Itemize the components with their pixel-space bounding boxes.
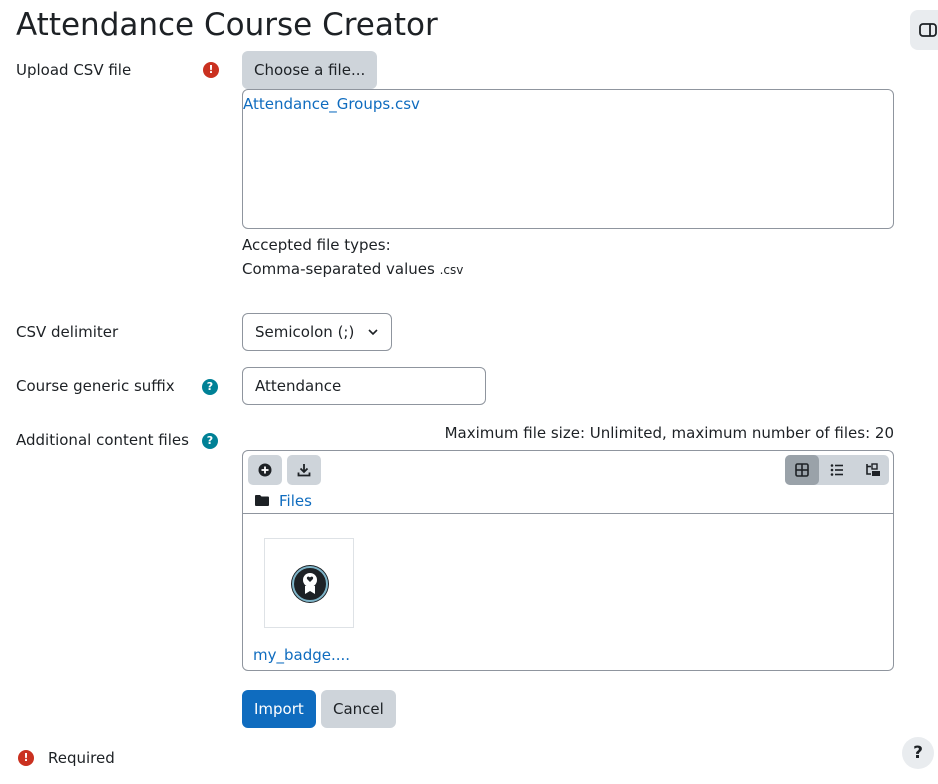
list-view-button[interactable] [820,455,854,485]
cancel-button[interactable]: Cancel [321,690,396,728]
file-thumbnail[interactable] [264,538,354,628]
required-icon: ! [203,62,219,78]
view-switcher [785,455,889,485]
course-suffix-input[interactable] [242,367,486,405]
breadcrumb-files[interactable]: Files [279,491,312,511]
badge-icon [291,565,329,603]
required-legend: Required [48,749,115,767]
accepted-types-label: Accepted file types: [242,236,391,254]
choose-file-button[interactable]: Choose a file... [242,51,378,89]
download-all-button[interactable] [287,455,321,485]
drawer-toggle-button[interactable] [910,10,938,50]
add-file-button[interactable] [248,455,282,485]
sidebar-toggle-icon [919,23,937,37]
file-name-link[interactable]: my_badge.... [253,645,350,665]
grid-view-icon [795,463,809,477]
import-button[interactable]: Import [242,690,316,728]
page-title: Attendance Course Creator [16,7,438,43]
plus-circle-icon [258,463,272,477]
help-icon[interactable]: ? [202,379,218,395]
upload-file-list[interactable]: Attendance_Groups.csv [242,89,894,229]
toolbar-divider [243,513,893,514]
accepted-types-value: Comma-separated values .csv [242,259,463,280]
csv-delimiter-value: Semicolon (;) [255,323,355,341]
accepted-type-name: Comma-separated values [242,260,435,278]
tree-view-button[interactable] [855,455,889,485]
download-icon [297,464,311,477]
help-button[interactable]: ? [902,737,934,769]
accepted-type-ext: .csv [439,263,464,277]
list-view-icon [830,464,843,476]
file-manager: Files my_badge.... [242,450,894,671]
help-icon[interactable]: ? [202,433,218,449]
required-icon: ! [18,750,34,766]
content-files-label: Additional content files [16,431,189,449]
csv-delimiter-select[interactable]: Semicolon (;) [242,313,392,351]
upload-csv-label: Upload CSV file [16,61,132,79]
csv-delimiter-label: CSV delimiter [16,323,119,341]
max-file-info: Maximum file size: Unlimited, maximum nu… [444,424,894,442]
page: Attendance Course Creator Upload CSV fil… [0,0,938,784]
folder-icon [255,495,269,506]
selected-file-link[interactable]: Attendance_Groups.csv [243,95,420,113]
chevron-down-icon [368,329,378,336]
tree-view-icon [866,463,880,476]
grid-view-button[interactable] [785,455,819,485]
course-suffix-label: Course generic suffix [16,377,175,395]
